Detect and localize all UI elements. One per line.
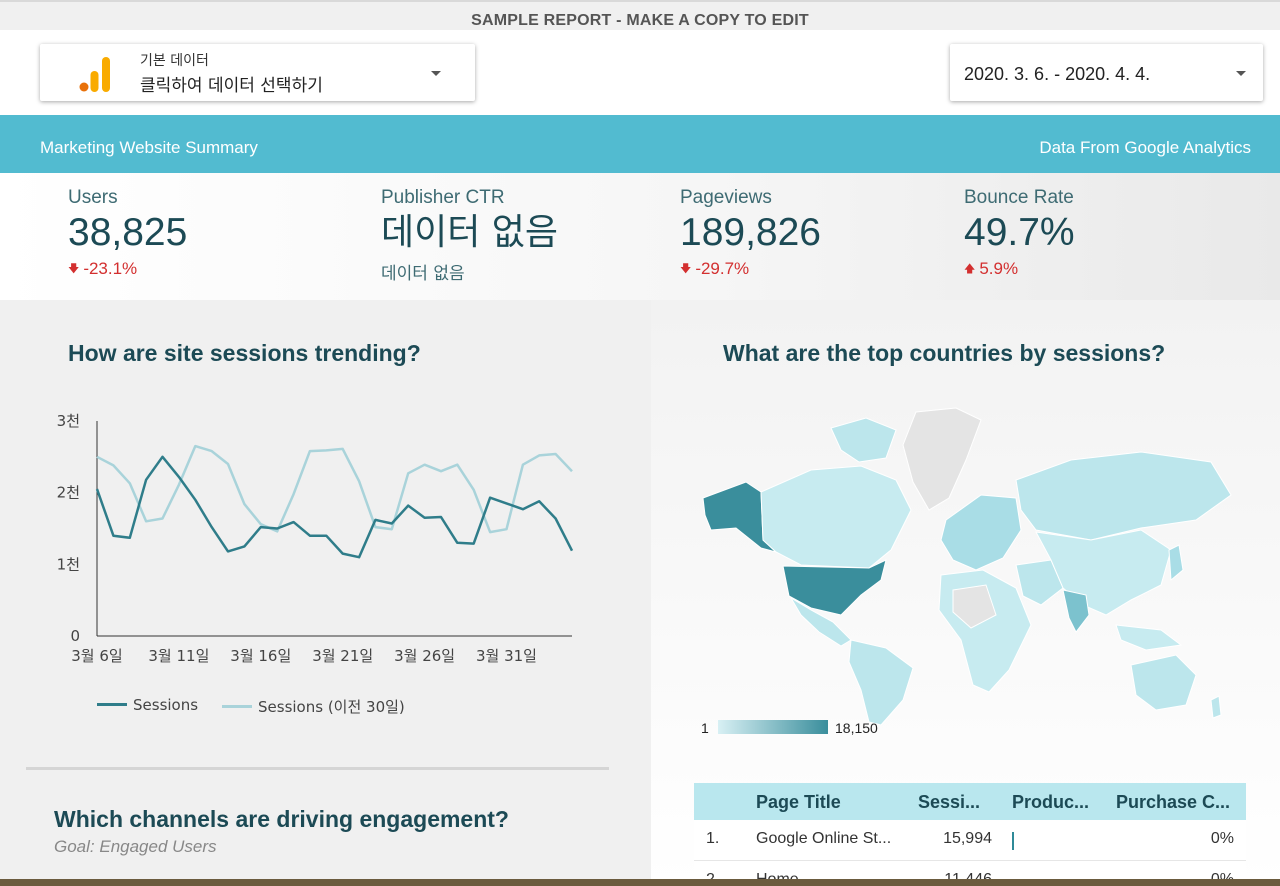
analytics-logo-icon — [79, 57, 110, 92]
sessions-panel: How are site sessions trending? 0 1천 2천 3천 3… — [0, 300, 651, 886]
map-region-greenland — [902, 407, 982, 511]
map-region-russia — [1015, 451, 1232, 541]
x-tick-label: 3월 16일 — [230, 647, 291, 665]
column-header-purchase[interactable]: Purchase C... — [1116, 792, 1230, 813]
report-title: Marketing Website Summary — [40, 138, 258, 157]
kpi-value: 38,825 — [68, 211, 188, 254]
map-region-australia — [1130, 654, 1197, 711]
map-region-canadian-arctic — [830, 417, 897, 463]
map-region-japan — [1168, 544, 1184, 582]
row-product-bar — [1012, 832, 1014, 850]
arrow-down-icon: 🡇 — [68, 263, 80, 275]
legend-item-sessions[interactable]: Sessions — [97, 696, 198, 714]
series-line-sessions-previous[interactable] — [96, 444, 573, 534]
kpi-publisher-ctr: Publisher CTR 데이터 없음 데이터 없음 — [381, 187, 558, 284]
date-range-picker[interactable]: 2020. 3. 6. - 2020. 4. 4. — [950, 44, 1263, 101]
channels-title: Which channels are driving engagement? — [54, 806, 509, 832]
map-region-southeast-asia — [1115, 624, 1183, 651]
kpi-label: Pageviews — [680, 187, 772, 208]
scale-max: 18,150 — [835, 720, 878, 736]
column-header-page-title[interactable]: Page Title — [756, 792, 841, 813]
row-page-title: Google Online St... — [756, 830, 892, 847]
kpi-value: 데이터 없음 — [381, 212, 559, 253]
map-region-india — [1062, 589, 1090, 633]
date-range-value: 2020. 3. 6. - 2020. 4. 4. — [964, 64, 1151, 84]
chevron-down-icon — [431, 71, 441, 76]
divider — [26, 767, 609, 770]
kpi-label: Users — [68, 187, 118, 208]
y-tick-label: 3천 — [57, 412, 80, 430]
column-header-product[interactable]: Produc... — [1012, 792, 1089, 813]
kpi-change: -23.1% — [83, 259, 138, 278]
arrow-down-icon: 🡇 — [680, 263, 692, 275]
x-tick-label: 3월 26일 — [394, 647, 455, 665]
data-source-value: 클릭하여 데이터 선택하기 — [140, 76, 323, 96]
column-header-sessions[interactable]: Sessi... — [918, 792, 980, 813]
kpi-change: -29.7% — [695, 259, 750, 278]
kpi-users: Users 38,825 🡇 -23.1% — [68, 187, 187, 279]
table-header: Page Title Sessi... Produc... Purchase C… — [694, 783, 1246, 820]
page-title-table: Page Title Sessi... Produc... Purchase C… — [694, 783, 1246, 886]
x-tick-label: 3월 21일 — [312, 647, 373, 665]
kpi-value: 189,826 — [680, 211, 821, 254]
report-source: Data From Google Analytics — [1039, 138, 1251, 157]
x-tick-label: 3월 11일 — [148, 647, 209, 665]
x-tick-label: 3월 31일 — [476, 647, 537, 665]
kpi-pageviews: Pageviews 189,826 🡇 -29.7% — [680, 187, 821, 279]
chevron-down-icon — [1236, 71, 1246, 76]
report-header: Marketing Website Summary Data From Goog… — [0, 115, 1280, 173]
data-source-dropdown[interactable]: 기본 데이터 클릭하여 데이터 선택하기 — [40, 44, 475, 101]
channels-subtitle: Goal: Engaged Users — [54, 837, 217, 856]
map-region-south-america — [848, 639, 914, 726]
y-tick-label: 0 — [70, 627, 80, 645]
countries-panel: What are the top countries by sessions? — [651, 300, 1280, 886]
legend-label: Sessions (이전 30일) — [258, 698, 405, 716]
kpi-label: Bounce Rate — [964, 187, 1074, 208]
world-map[interactable] — [691, 400, 1236, 730]
row-index: 1. — [706, 830, 720, 847]
y-tick-label: 2천 — [57, 484, 80, 502]
kpi-change: 5.9% — [979, 259, 1019, 278]
map-region-canada — [760, 465, 912, 569]
scale-min: 1 — [701, 720, 709, 736]
arrow-up-icon: 🡅 — [964, 263, 976, 275]
y-tick-label: 1천 — [57, 555, 80, 573]
data-source-label: 기본 데이터 — [140, 53, 209, 69]
map-region-asia — [1035, 529, 1172, 616]
kpi-change: 데이터 없음 — [381, 264, 465, 284]
kpi-value: 49.7% — [964, 211, 1075, 254]
legend-label: Sessions — [133, 696, 199, 714]
map-region-new-zealand — [1210, 695, 1222, 719]
top-bar: 기본 데이터 클릭하여 데이터 선택하기 2020. 3. 6. - 2020.… — [0, 30, 1280, 115]
row-sessions: 15,994 — [943, 830, 992, 847]
legend-swatch — [97, 703, 127, 706]
sessions-line-chart[interactable]: 0 1천 2천 3천 3월 6일 3월 11일 3월 16일 3월 21일 3월 26일 3월 3… — [0, 300, 651, 680]
kpi-label: Publisher CTR — [381, 187, 505, 208]
scale-gradient — [718, 720, 828, 734]
x-tick-label: 3월 6일 — [71, 647, 122, 665]
countries-title: What are the top countries by sessions? — [723, 340, 1166, 366]
legend-swatch — [222, 705, 252, 708]
sample-report-banner: SAMPLE REPORT - MAKE A COPY TO EDIT — [0, 0, 1280, 30]
map-region-europe — [940, 494, 1022, 571]
legend-item-sessions-previous[interactable]: Sessions (이전 30일) — [222, 696, 405, 717]
kpi-scorecards: Users 38,825 🡇 -23.1% Publisher CTR 데이터 없… — [0, 173, 1280, 300]
row-purchase: 0% — [1210, 830, 1234, 847]
table-row[interactable]: 1. Google Online St... 15,994 0% — [694, 820, 1246, 861]
bottom-edge — [0, 879, 1280, 886]
kpi-bounce-rate: Bounce Rate 49.7% 🡅 5.9% — [964, 187, 1075, 279]
